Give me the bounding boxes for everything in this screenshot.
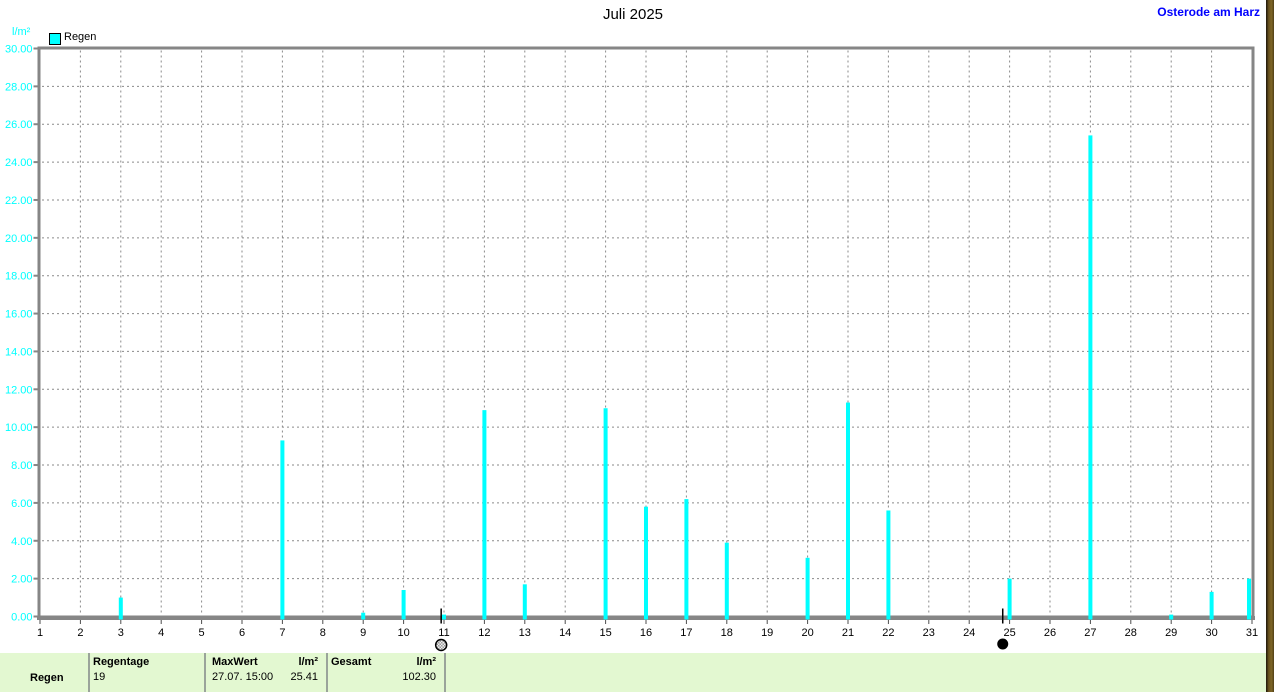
x-tick-label: 2 — [77, 627, 83, 639]
maxwert-value: 25.41 — [290, 671, 318, 683]
weather-chart-window: Juli 2025 Osterode am Harz l/m² Regen 30… — [0, 0, 1274, 692]
x-tick-label: 12 — [478, 627, 490, 639]
bar-day-17 — [684, 499, 689, 620]
x-tick-label: 6 — [239, 627, 245, 639]
x-tick-label: 26 — [1044, 627, 1056, 639]
y-tick-label: 2.00 — [11, 574, 32, 586]
x-tick-label: 14 — [559, 627, 571, 639]
x-tick-label: 10 — [397, 627, 409, 639]
x-tick-label: 4 — [158, 627, 164, 639]
y-tick-label: 4.00 — [11, 536, 32, 548]
y-tick-label: 12.00 — [5, 384, 33, 396]
bar-day-25 — [1007, 578, 1012, 620]
y-tick-label: 30.00 — [5, 44, 33, 56]
x-tick-label: 30 — [1205, 627, 1217, 639]
x-tick-label: 27 — [1084, 627, 1096, 639]
x-tick-label: 5 — [199, 627, 205, 639]
bar-day-27 — [1088, 135, 1093, 620]
gesamt-value: 102.30 — [402, 671, 436, 683]
bar-day-20 — [805, 557, 810, 620]
summary-row-label: Regen — [30, 672, 64, 684]
y-tick-label: 20.00 — [5, 233, 33, 245]
x-tick-label: 7 — [279, 627, 285, 639]
window-edge-decoration — [1266, 0, 1274, 692]
x-tick-label: 24 — [963, 627, 975, 639]
summary-bar: Regen Regentage 19 MaxWert l/m² 27.07. 1… — [0, 653, 1274, 692]
bar-day-15 — [603, 408, 608, 620]
y-tick-label: 22.00 — [5, 195, 33, 207]
y-tick-label: 8.00 — [11, 460, 32, 472]
gesamt-unit-label: l/m² — [416, 656, 436, 668]
regentage-header: Regentage — [93, 656, 150, 668]
bar-day-13 — [522, 584, 527, 620]
bar-day-31 — [1247, 578, 1251, 620]
bar-day-3 — [118, 597, 123, 620]
bar-day-18 — [724, 542, 729, 620]
y-tick-label: 26.00 — [5, 119, 33, 131]
bar-day-21 — [846, 402, 850, 620]
bar-day-9 — [361, 612, 366, 620]
x-tick-label: 16 — [640, 627, 652, 639]
x-tick-label: 3 — [118, 627, 124, 639]
summary-divider — [444, 653, 446, 692]
bar-day-11 — [442, 614, 446, 620]
bar-day-16 — [644, 506, 648, 620]
bar-day-22 — [886, 510, 891, 620]
regentage-value: 19 — [93, 671, 106, 683]
x-tick-label: 20 — [801, 627, 813, 639]
x-tick-label: 17 — [680, 627, 692, 639]
x-tick-label: 25 — [1003, 627, 1015, 639]
new-moon-icon — [997, 638, 1009, 650]
x-tick-label: 1 — [37, 627, 43, 639]
x-tick-label: 31 — [1246, 627, 1258, 639]
bar-day-10 — [401, 589, 406, 620]
x-tick-label: 22 — [882, 627, 894, 639]
rain-bar-chart: 30.0028.0026.0024.0022.0020.0018.0016.00… — [5, 44, 1258, 652]
maxwert-unit-label: l/m² — [298, 656, 318, 668]
x-tick-label: 21 — [842, 627, 854, 639]
bar-day-29 — [1169, 614, 1174, 620]
x-tick-label: 11 — [438, 627, 449, 639]
x-tick-label: 9 — [360, 627, 366, 639]
x-tick-label: 28 — [1125, 627, 1137, 639]
y-tick-label: 14.00 — [5, 346, 33, 358]
bar-day-12 — [482, 410, 487, 620]
x-tick-label: 8 — [320, 627, 326, 639]
y-tick-label: 18.00 — [5, 271, 33, 283]
x-tick-label: 13 — [519, 627, 531, 639]
x-tick-label: 15 — [599, 627, 611, 639]
y-tick-label: 28.00 — [5, 81, 33, 93]
y-tick-label: 0.00 — [11, 612, 32, 624]
bar-day-7 — [280, 440, 285, 620]
x-tick-label: 19 — [761, 627, 773, 639]
x-tick-label: 29 — [1165, 627, 1177, 639]
full-moon-icon — [434, 638, 448, 652]
x-tick-label: 23 — [923, 627, 935, 639]
y-tick-label: 24.00 — [5, 157, 33, 169]
bar-day-30 — [1209, 591, 1214, 620]
summary-divider — [88, 653, 90, 692]
y-tick-label: 6.00 — [11, 498, 32, 510]
y-tick-label: 16.00 — [5, 309, 33, 321]
y-tick-label: 10.00 — [5, 422, 33, 434]
x-tick-label: 18 — [721, 627, 733, 639]
